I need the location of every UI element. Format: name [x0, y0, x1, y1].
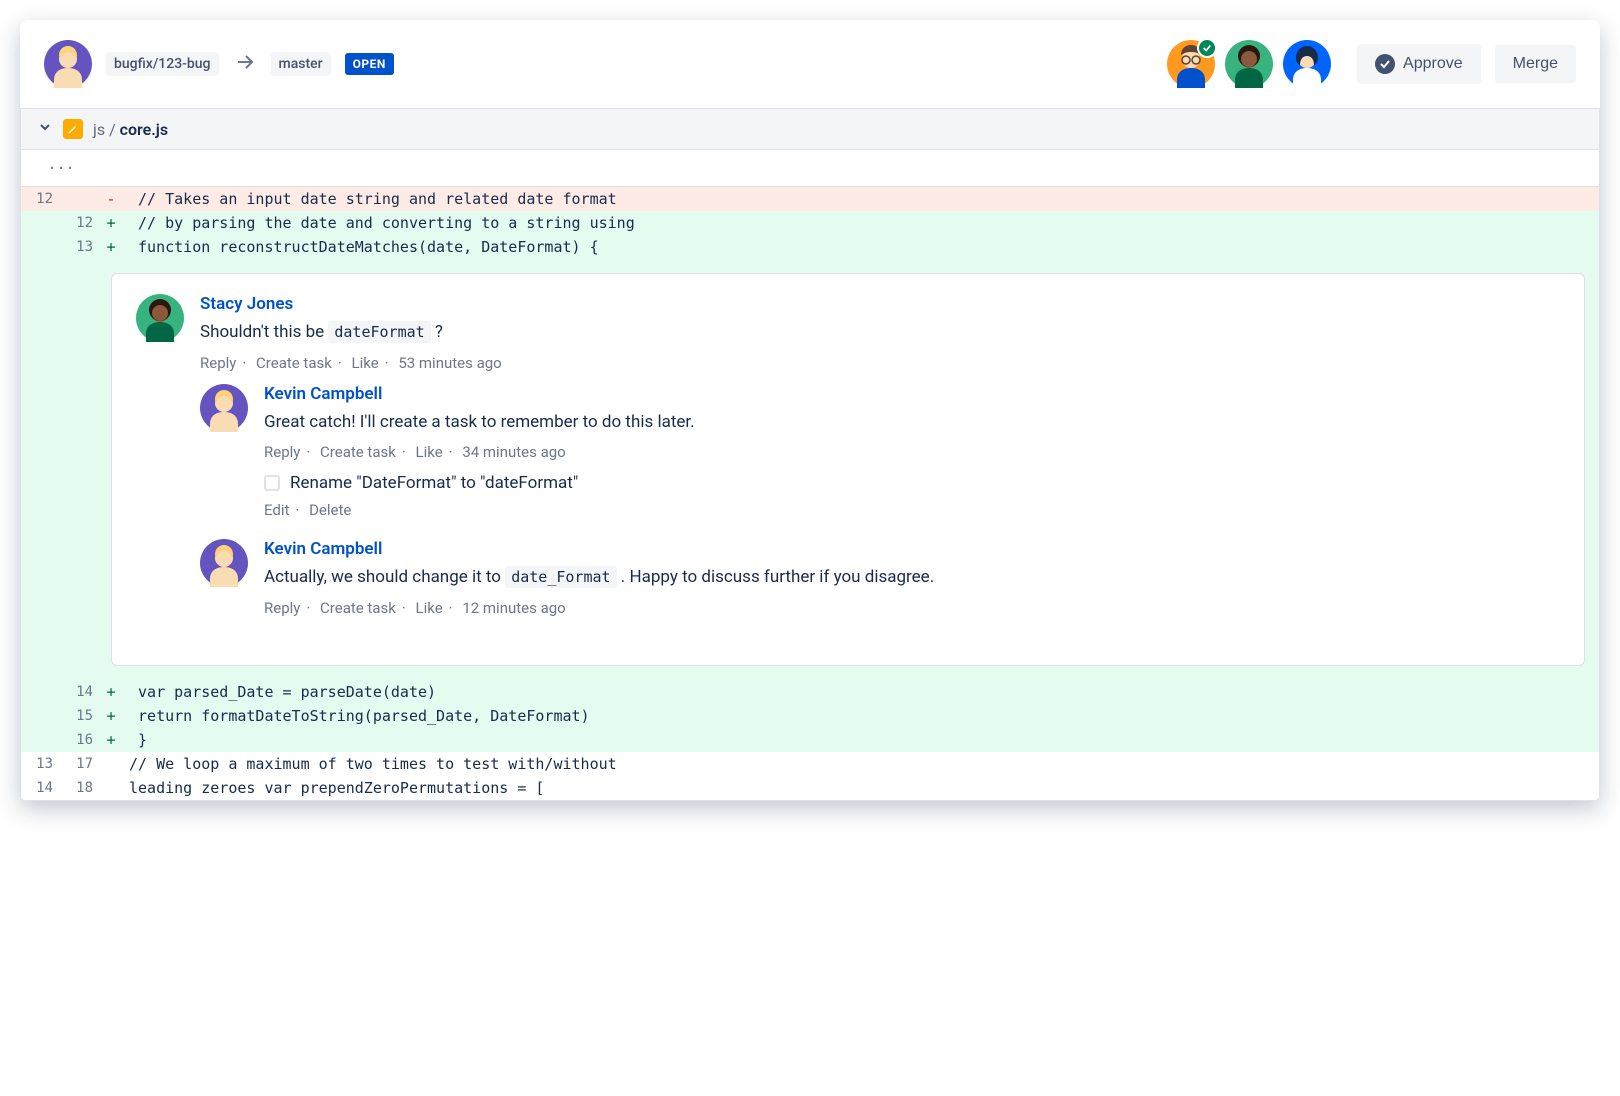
line-num-new: 16: [61, 728, 101, 752]
line-num-old: 13: [21, 752, 61, 776]
diff-expand[interactable]: ···: [21, 150, 1599, 187]
comment-author[interactable]: Kevin Campbell: [264, 384, 1560, 404]
reply-link[interactable]: Reply: [264, 599, 300, 617]
line-num-new: 17: [61, 752, 101, 776]
task-actions: Edit· Delete: [264, 501, 1560, 519]
line-num-new: 15: [61, 704, 101, 728]
comment-author[interactable]: Stacy Jones: [200, 294, 1560, 314]
code-text: // We loop a maximum of two times to tes…: [121, 752, 1599, 776]
line-num-new: 18: [61, 776, 101, 800]
reviewer-1[interactable]: [1167, 40, 1215, 88]
file-path: js / core.js: [93, 120, 168, 139]
line-num-new: 12: [61, 211, 101, 235]
diff-line[interactable]: 14+ var parsed_Date = parseDate(date): [21, 680, 1599, 704]
comment-actions: Reply· Create task· Like· 34 minutes ago: [264, 443, 1560, 461]
task-checkbox[interactable]: [264, 475, 280, 491]
diff-marker: [101, 752, 121, 776]
comment-avatar[interactable]: [200, 539, 248, 587]
like-link[interactable]: Like: [416, 599, 443, 617]
task-text: Rename "DateFormat" to "dateFormat": [290, 473, 578, 493]
diff-marker: [101, 776, 121, 800]
line-num-old: [21, 704, 61, 728]
diff-line[interactable]: 16+ }: [21, 728, 1599, 752]
diff-body: ··· 12- // Takes an input date string an…: [20, 150, 1600, 801]
diff-marker: +: [101, 704, 121, 728]
line-num-old: 14: [21, 776, 61, 800]
diff-line[interactable]: 12+ // by parsing the date and convertin…: [21, 211, 1599, 235]
diff-line[interactable]: 13+ function reconstructDateMatches(date…: [21, 235, 1599, 259]
reviewer-3[interactable]: [1283, 40, 1331, 88]
task-item[interactable]: Rename "DateFormat" to "dateFormat": [264, 473, 1560, 493]
reviewer-2[interactable]: [1225, 40, 1273, 88]
diff-marker: +: [101, 235, 121, 259]
reviewers: [1167, 40, 1331, 88]
line-num-old: 12: [21, 187, 61, 211]
file-modified-icon: [63, 119, 83, 139]
comment-author[interactable]: Kevin Campbell: [264, 539, 1560, 559]
code-text: var parsed_Date = parseDate(date): [121, 680, 1599, 704]
diff-line[interactable]: 1418 leading zeroes var prependZeroPermut…: [21, 776, 1599, 800]
diff-marker: +: [101, 211, 121, 235]
comment-avatar[interactable]: [136, 294, 184, 342]
pr-header: bugfix/123-bug master OPEN Approve Merge: [20, 20, 1600, 108]
diff-marker: -: [101, 187, 121, 211]
chevron-down-icon[interactable]: [37, 119, 53, 139]
file-header[interactable]: js / core.js: [20, 108, 1600, 150]
comment-3: Kevin Campbell Actually, we should chang…: [200, 539, 1560, 629]
source-branch[interactable]: bugfix/123-bug: [106, 52, 219, 76]
edit-link[interactable]: Edit: [264, 501, 289, 519]
pr-card: bugfix/123-bug master OPEN Approve Merge: [20, 20, 1600, 801]
reply-link[interactable]: Reply: [264, 443, 300, 461]
timestamp: 12 minutes ago: [462, 599, 565, 617]
code-text: // by parsing the date and converting to…: [121, 211, 1599, 235]
comment-thread-wrap: Stacy Jones Shouldn't this be dateFormat…: [21, 259, 1599, 680]
line-num-new: [61, 187, 101, 211]
comment-thread: Stacy Jones Shouldn't this be dateFormat…: [111, 273, 1585, 666]
diff-marker: +: [101, 680, 121, 704]
comment-avatar[interactable]: [200, 384, 248, 432]
code-text: // Takes an input date string and relate…: [121, 187, 1599, 211]
reply-link[interactable]: Reply: [200, 354, 236, 372]
create-task-link[interactable]: Create task: [320, 599, 396, 617]
line-num-new: 14: [61, 680, 101, 704]
delete-link[interactable]: Delete: [309, 501, 351, 519]
comment-actions: Reply· Create task· Like· 53 minutes ago: [200, 354, 1560, 372]
line-num-old: [21, 211, 61, 235]
create-task-link[interactable]: Create task: [320, 443, 396, 461]
code-text: return formatDateToString(parsed_Date, D…: [121, 704, 1599, 728]
check-circle-icon: [1375, 54, 1395, 74]
comment-actions: Reply· Create task· Like· 12 minutes ago: [264, 599, 1560, 617]
create-task-link[interactable]: Create task: [256, 354, 332, 372]
line-num-old: [21, 235, 61, 259]
like-link[interactable]: Like: [416, 443, 443, 461]
comment-1: Stacy Jones Shouldn't this be dateFormat…: [136, 294, 1560, 637]
line-num-new: 13: [61, 235, 101, 259]
line-num-old: [21, 728, 61, 752]
line-num-old: [21, 680, 61, 704]
timestamp: 53 minutes ago: [398, 354, 501, 372]
code-text: }: [121, 728, 1599, 752]
diff-marker: +: [101, 728, 121, 752]
diff-line[interactable]: 15+ return formatDateToString(parsed_Dat…: [21, 704, 1599, 728]
approve-button[interactable]: Approve: [1357, 44, 1481, 84]
code-text: leading zeroes var prependZeroPermutatio…: [121, 776, 1599, 800]
comment-text: Great catch! I'll create a task to remem…: [264, 410, 1560, 436]
status-badge: OPEN: [345, 53, 394, 75]
author-avatar[interactable]: [44, 40, 92, 88]
comment-text: Actually, we should change it to date_Fo…: [264, 565, 1560, 591]
approved-check-icon: [1197, 38, 1217, 58]
comment-2: Kevin Campbell Great catch! I'll create …: [200, 384, 1560, 532]
diff-line[interactable]: 1317 // We loop a maximum of two times to…: [21, 752, 1599, 776]
like-link[interactable]: Like: [352, 354, 379, 372]
merge-button[interactable]: Merge: [1495, 45, 1576, 83]
arrow-icon: [233, 50, 257, 78]
timestamp: 34 minutes ago: [462, 443, 565, 461]
comment-text: Shouldn't this be dateFormat ?: [200, 320, 1560, 346]
target-branch[interactable]: master: [271, 52, 331, 76]
code-text: function reconstructDateMatches(date, Da…: [121, 235, 1599, 259]
diff-line[interactable]: 12 - // Takes an input date string and re…: [21, 187, 1599, 211]
